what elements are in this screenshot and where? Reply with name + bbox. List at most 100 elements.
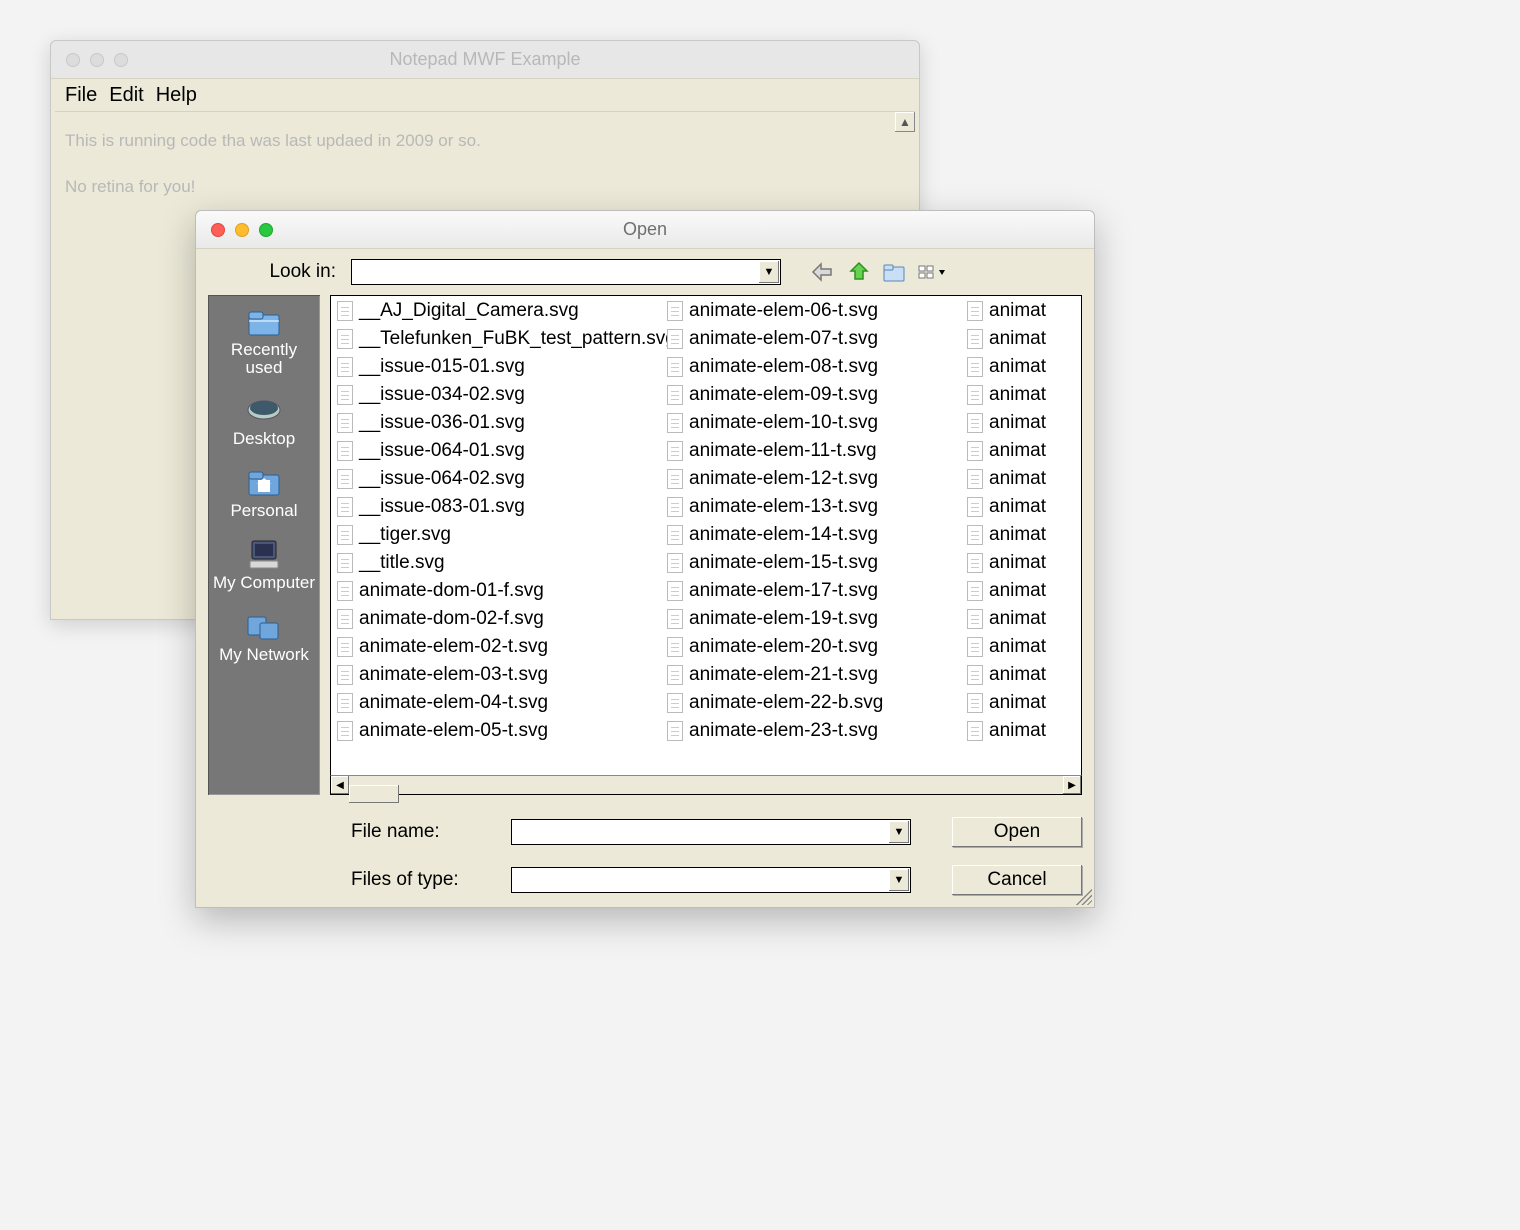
list-item[interactable]: animate-elem-13-t.svg xyxy=(667,496,955,518)
chevron-down-icon[interactable]: ▼ xyxy=(889,869,909,891)
document-icon xyxy=(967,637,983,657)
filetype-combo[interactable]: ▼ xyxy=(511,867,911,893)
cancel-button[interactable]: Cancel xyxy=(952,865,1082,895)
list-item[interactable]: __AJ_Digital_Camera.svg xyxy=(337,300,655,322)
back-button[interactable] xyxy=(809,259,837,285)
list-item[interactable]: animat xyxy=(967,552,1075,574)
list-item[interactable]: __issue-064-02.svg xyxy=(337,468,655,490)
my-network-icon xyxy=(244,609,284,643)
list-item[interactable]: animat xyxy=(967,440,1075,462)
file-list[interactable]: __AJ_Digital_Camera.svg __Telefunken_FuBK… xyxy=(330,295,1082,775)
list-item[interactable]: animat xyxy=(967,496,1075,518)
document-icon xyxy=(967,693,983,713)
lookin-combo[interactable]: ▼ xyxy=(351,259,781,285)
list-item[interactable]: animate-dom-01-f.svg xyxy=(337,580,655,602)
sidebar-item-desktop[interactable]: Desktop xyxy=(208,393,320,449)
up-one-level-button[interactable] xyxy=(845,259,873,285)
sidebar-item-personal[interactable]: Personal xyxy=(208,465,320,521)
list-item[interactable]: animat xyxy=(967,328,1075,350)
list-item[interactable]: animate-dom-02-f.svg xyxy=(337,608,655,630)
notepad-title: Notepad MWF Example xyxy=(51,49,919,70)
file-name: animate-elem-14-t.svg xyxy=(689,524,878,546)
list-item[interactable]: animate-elem-08-t.svg xyxy=(667,356,955,378)
dialog-titlebar[interactable]: Open xyxy=(196,211,1094,249)
file-name: animate-elem-17-t.svg xyxy=(689,580,878,602)
sidebar-item-my-network[interactable]: My Network xyxy=(208,609,320,665)
scroll-right-icon[interactable]: ▶ xyxy=(1063,776,1081,794)
list-item[interactable]: animat xyxy=(967,608,1075,630)
list-item[interactable]: animate-elem-14-t.svg xyxy=(667,524,955,546)
document-icon xyxy=(337,553,353,573)
document-icon xyxy=(667,385,683,405)
list-item[interactable]: animat xyxy=(967,580,1075,602)
filename-input[interactable]: ▼ xyxy=(511,819,911,845)
sidebar-item-recently-used[interactable]: Recently used xyxy=(208,305,320,377)
list-item[interactable]: animate-elem-07-t.svg xyxy=(667,328,955,350)
sidebar-item-label: My Network xyxy=(219,645,309,665)
scroll-thumb[interactable] xyxy=(349,785,399,803)
list-item[interactable]: animate-elem-21-t.svg xyxy=(667,664,955,686)
new-folder-button[interactable] xyxy=(881,259,909,285)
list-item[interactable]: __issue-064-01.svg xyxy=(337,440,655,462)
list-item[interactable]: animate-elem-19-t.svg xyxy=(667,608,955,630)
chevron-down-icon[interactable]: ▼ xyxy=(889,821,909,843)
scroll-up-icon[interactable]: ▲ xyxy=(895,112,915,132)
list-item[interactable]: animat xyxy=(967,692,1075,714)
file-name: animat xyxy=(989,384,1046,406)
list-item[interactable]: __Telefunken_FuBK_test_pattern.svg xyxy=(337,328,655,350)
document-icon xyxy=(667,693,683,713)
list-item[interactable]: animate-elem-04-t.svg xyxy=(337,692,655,714)
open-button[interactable]: Open xyxy=(952,817,1082,847)
file-name: animat xyxy=(989,300,1046,322)
list-item[interactable]: animat xyxy=(967,384,1075,406)
scroll-left-icon[interactable]: ◀ xyxy=(331,776,349,794)
file-name: __issue-064-01.svg xyxy=(359,440,525,462)
menu-help[interactable]: Help xyxy=(152,82,201,109)
list-item[interactable]: animat xyxy=(967,720,1075,742)
list-item[interactable]: animate-elem-05-t.svg xyxy=(337,720,655,742)
list-item[interactable]: __tiger.svg xyxy=(337,524,655,546)
sidebar-item-my-computer[interactable]: My Computer xyxy=(208,537,320,593)
open-dialog: Open Look in: ▼ xyxy=(195,210,1095,908)
chevron-down-icon[interactable]: ▼ xyxy=(759,261,779,283)
list-item[interactable]: __issue-034-02.svg xyxy=(337,384,655,406)
list-item[interactable]: animate-elem-09-t.svg xyxy=(667,384,955,406)
list-item[interactable]: animat xyxy=(967,356,1075,378)
list-item[interactable]: animat xyxy=(967,636,1075,658)
list-item[interactable]: animate-elem-20-t.svg xyxy=(667,636,955,658)
list-item[interactable]: animate-elem-10-t.svg xyxy=(667,412,955,434)
list-item[interactable]: animat xyxy=(967,412,1075,434)
list-item[interactable]: animat xyxy=(967,524,1075,546)
list-item[interactable]: animate-elem-15-t.svg xyxy=(667,552,955,574)
list-item[interactable]: animate-elem-22-b.svg xyxy=(667,692,955,714)
list-item[interactable]: animat xyxy=(967,664,1075,686)
menu-file[interactable]: File xyxy=(61,82,101,109)
document-icon xyxy=(337,441,353,461)
list-item[interactable]: __title.svg xyxy=(337,552,655,574)
file-name: animate-elem-11-t.svg xyxy=(689,440,877,462)
list-item[interactable]: __issue-083-01.svg xyxy=(337,496,655,518)
list-item[interactable]: animate-elem-06-t.svg xyxy=(667,300,955,322)
notepad-titlebar[interactable]: Notepad MWF Example xyxy=(51,41,919,79)
list-item[interactable]: animat xyxy=(967,300,1075,322)
file-column: animate-elem-06-t.svg animate-elem-07-t.s… xyxy=(661,300,961,775)
list-item[interactable]: __issue-015-01.svg xyxy=(337,356,655,378)
file-name: animat xyxy=(989,664,1046,686)
list-item[interactable]: __issue-036-01.svg xyxy=(337,412,655,434)
document-icon xyxy=(967,441,983,461)
list-item[interactable]: animate-elem-11-t.svg xyxy=(667,440,955,462)
list-item[interactable]: animate-elem-23-t.svg xyxy=(667,720,955,742)
file-name: animate-elem-07-t.svg xyxy=(689,328,878,350)
list-item[interactable]: animat xyxy=(967,468,1075,490)
document-icon xyxy=(667,609,683,629)
menu-edit[interactable]: Edit xyxy=(105,82,147,109)
view-menu-button[interactable] xyxy=(917,259,945,285)
resize-grip[interactable] xyxy=(1074,887,1092,905)
file-name: animate-elem-08-t.svg xyxy=(689,356,878,378)
list-item[interactable]: animate-elem-02-t.svg xyxy=(337,636,655,658)
list-item[interactable]: animate-elem-17-t.svg xyxy=(667,580,955,602)
list-item[interactable]: animate-elem-03-t.svg xyxy=(337,664,655,686)
horizontal-scrollbar[interactable]: ◀ ▶ xyxy=(330,775,1082,795)
list-item[interactable]: animate-elem-12-t.svg xyxy=(667,468,955,490)
document-icon xyxy=(667,497,683,517)
